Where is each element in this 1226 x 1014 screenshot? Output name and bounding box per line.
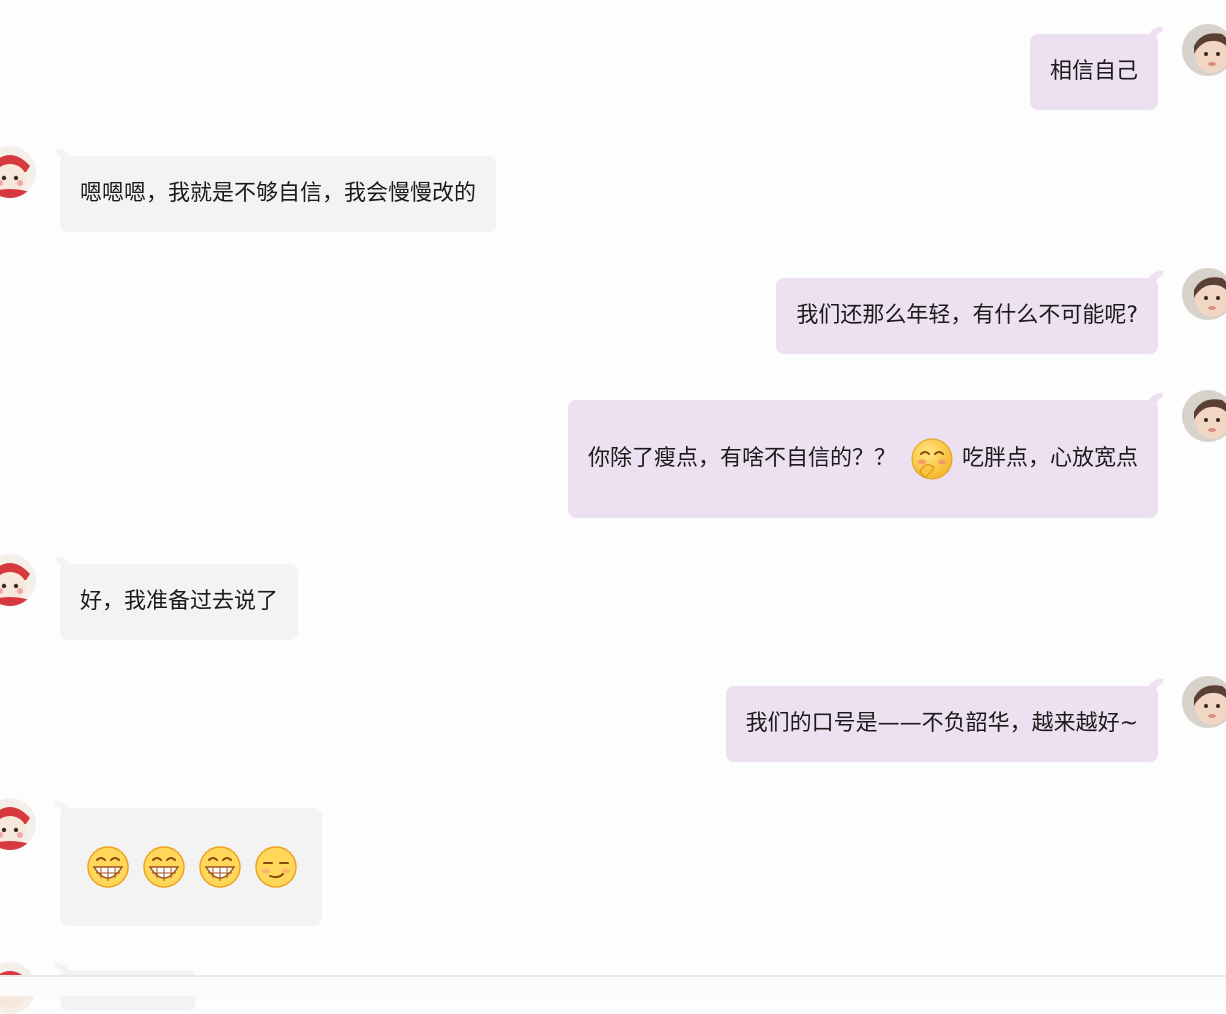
input-area[interactable] <box>0 977 1226 996</box>
grinning-emoji <box>198 845 242 889</box>
message-text: 嗯嗯嗯，我就是不够自信，我会慢慢改的 <box>80 181 477 206</box>
contact-avatar-cat[interactable] <box>0 798 36 850</box>
message-bubble-incoming[interactable]: 好，我准备过去说了 <box>60 564 299 640</box>
message-bubble-outgoing[interactable]: 相信自己 <box>1029 34 1158 110</box>
message-text: 我们的口号是——不负韶华，越来越好~ <box>745 711 1138 736</box>
message-text: 好，我准备过去说了 <box>80 589 279 614</box>
grinning-emoji <box>86 845 130 889</box>
message-bubble-outgoing[interactable]: 你除了瘦点，有啥不自信的？？ 吃胖点，心放宽点 <box>567 400 1158 518</box>
shy-smile-emoji <box>910 437 954 481</box>
message-text: 吃胖点，心放宽点 <box>961 446 1138 471</box>
message-text: 我们还那么年轻，有什么不可能呢? <box>796 303 1138 328</box>
message-bubble-incoming[interactable] <box>60 808 322 926</box>
contact-avatar-baby[interactable] <box>1182 24 1226 76</box>
message-bubble-incoming[interactable]: 嗯嗯嗯，我就是不够自信，我会慢慢改的 <box>60 156 497 232</box>
message-text: 相信自己 <box>1049 59 1138 84</box>
smirk-emoji <box>254 845 298 889</box>
message-bubble-outgoing[interactable]: 我们还那么年轻，有什么不可能呢? <box>776 278 1158 354</box>
contact-avatar-baby[interactable] <box>1182 676 1226 728</box>
grinning-emoji <box>142 845 186 889</box>
message-text: 你除了瘦点，有啥不自信的？？ <box>587 446 896 471</box>
contact-avatar-cat[interactable] <box>0 554 36 606</box>
chat-window: 相信自己 嗯嗯嗯，我就是不够自信，我会慢慢改的 我们还那么年轻，有什么不可能呢? <box>0 0 1226 1014</box>
contact-avatar-baby[interactable] <box>1182 268 1226 320</box>
contact-avatar-baby[interactable] <box>1182 390 1226 442</box>
contact-avatar-cat[interactable] <box>0 146 36 198</box>
message-bubble-outgoing[interactable]: 我们的口号是——不负韶华，越来越好~ <box>725 686 1158 762</box>
